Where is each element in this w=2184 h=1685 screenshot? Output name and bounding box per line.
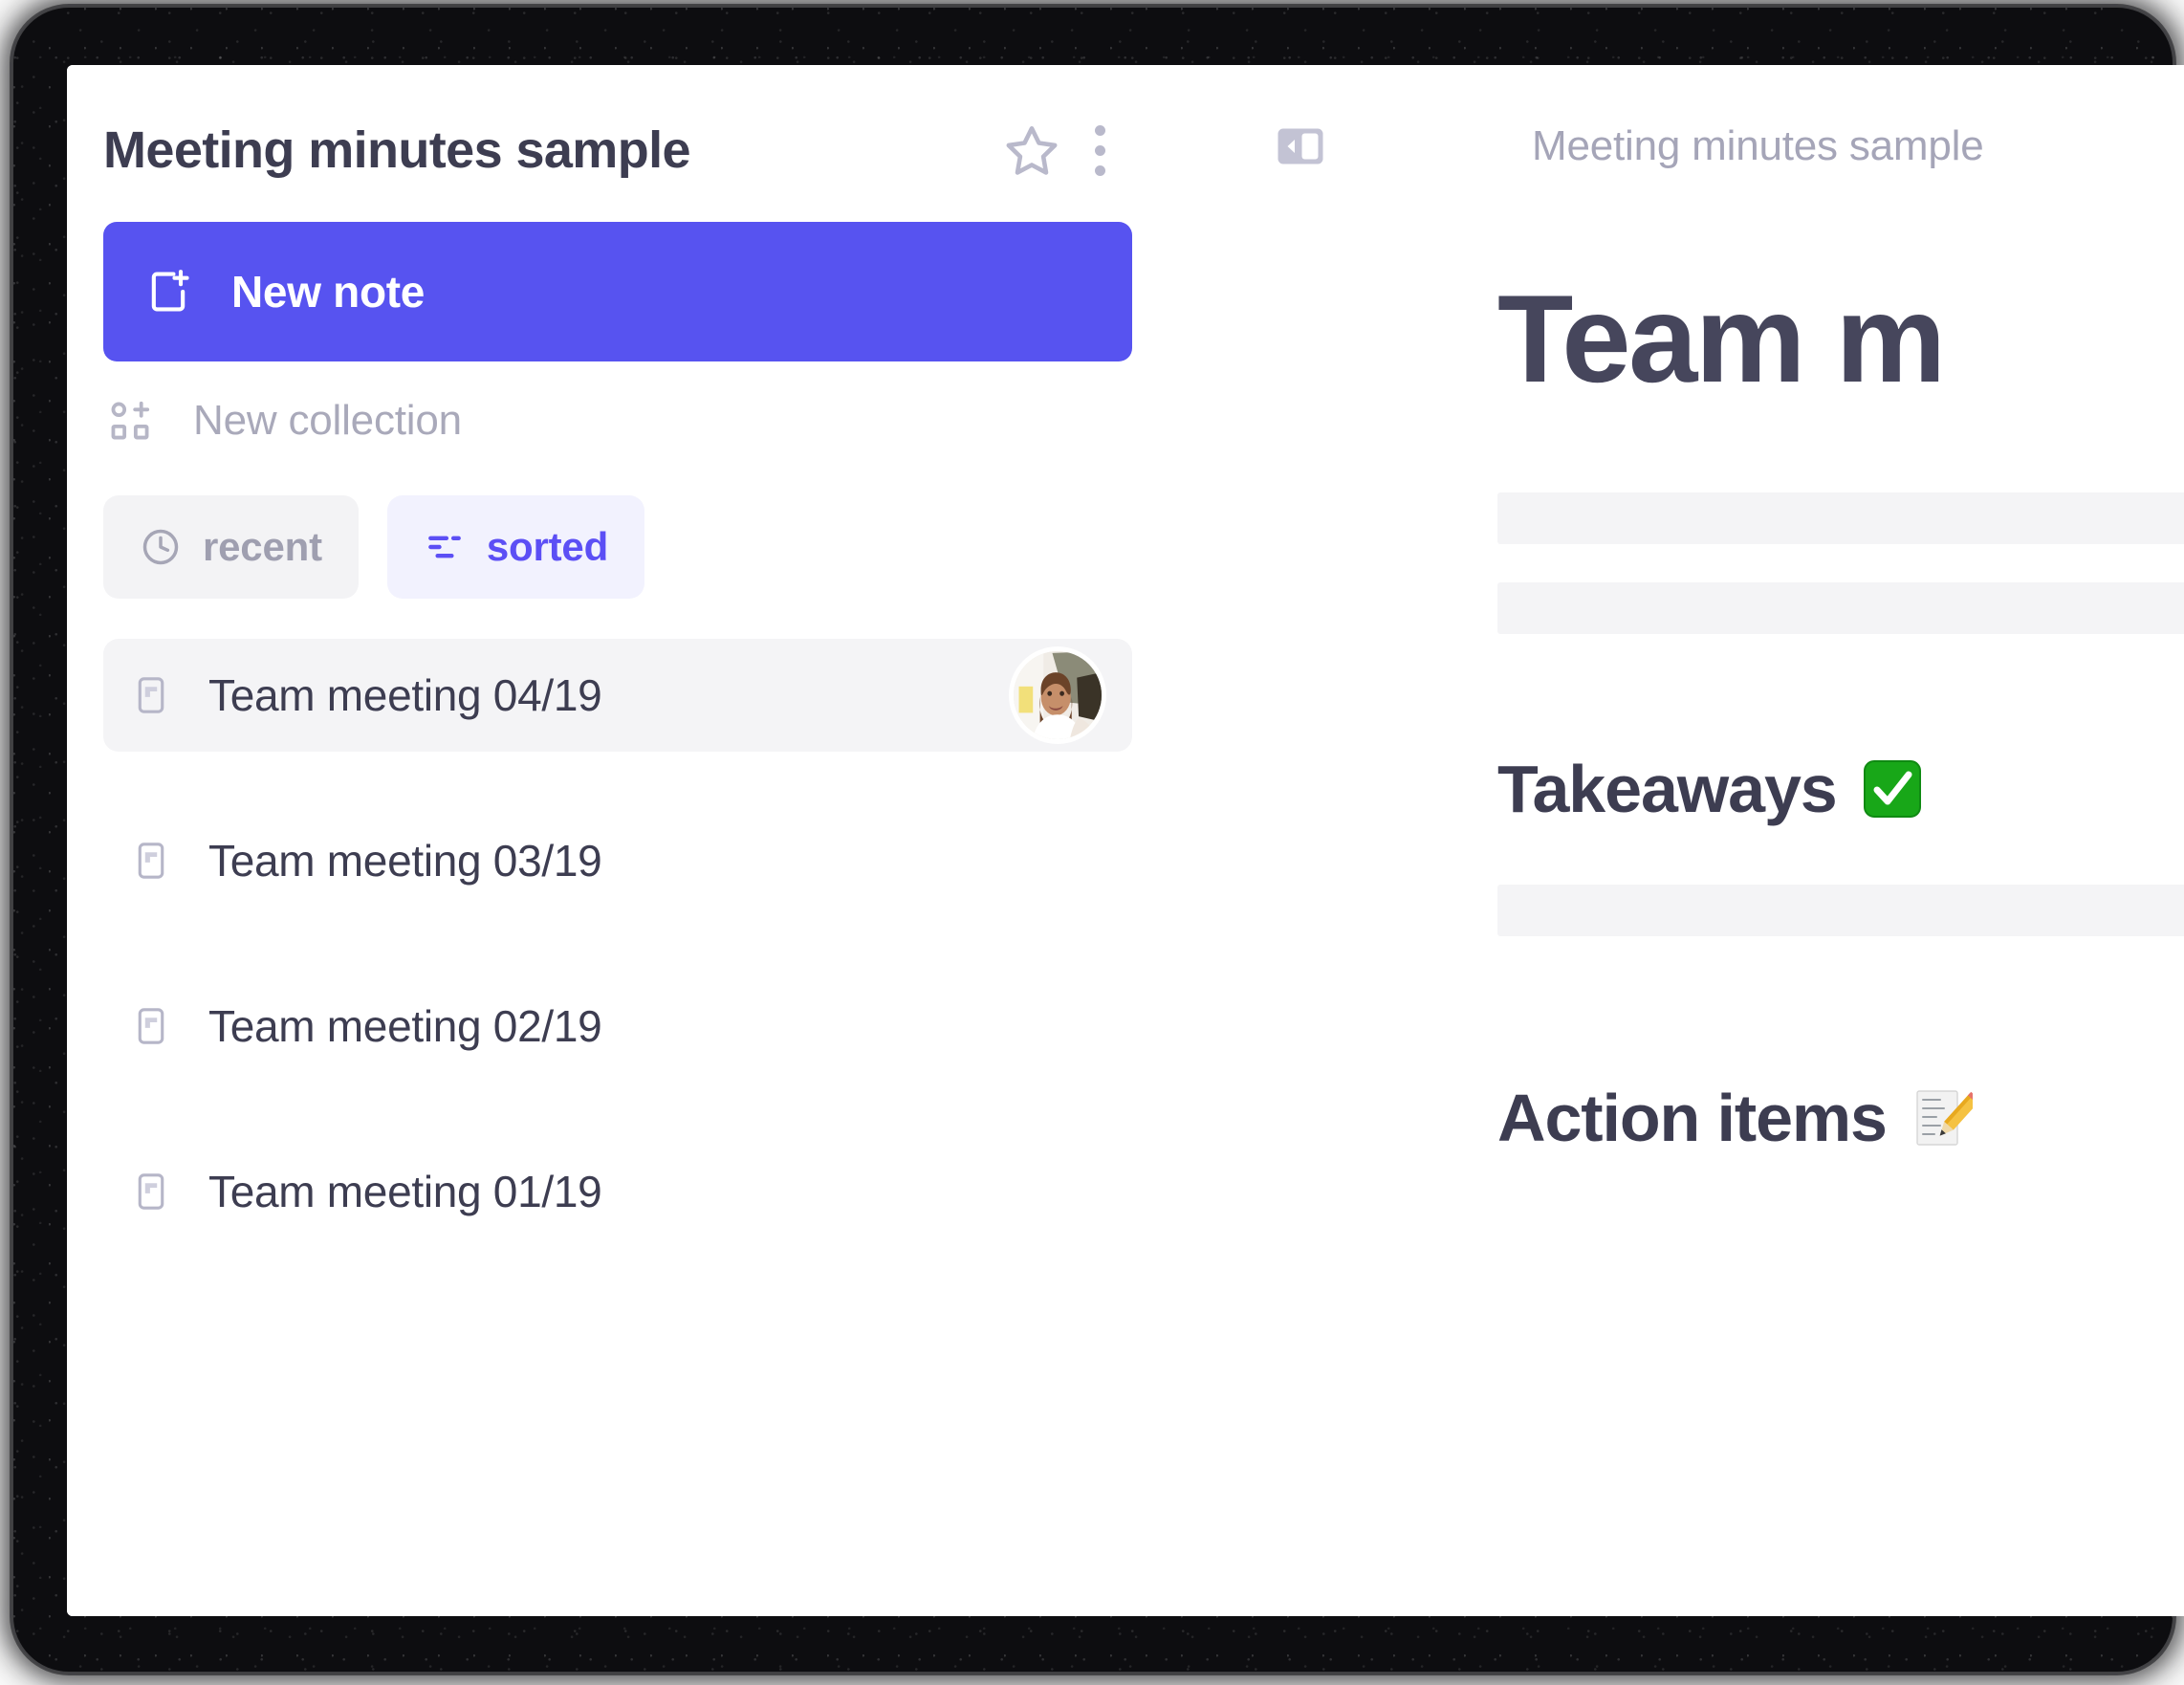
note-list-item-label: Team meeting 04/19 — [208, 670, 602, 720]
collection-plus-icon — [111, 401, 150, 440]
filter-chip-sorted[interactable]: sorted — [386, 495, 645, 599]
filter-chips: recent sorted — [67, 446, 1168, 599]
star-icon — [1006, 125, 1058, 175]
note-list-item-3[interactable]: Team meeting 01/19 — [103, 1135, 1132, 1248]
sort-icon — [428, 536, 461, 558]
note-icon — [138, 1008, 164, 1044]
new-collection-button[interactable]: New collection — [67, 361, 498, 446]
screenshot-frame: Meeting minutes sample New note New coll… — [0, 0, 2184, 1685]
content-placeholder — [1497, 581, 2184, 634]
user-photo — [1014, 651, 1102, 739]
check-mark-button-icon — [1863, 759, 1921, 818]
note-list-item-2[interactable]: Team meeting 02/19 — [103, 970, 1132, 1083]
document-body: Team m Takeaways Action items — [1168, 161, 2184, 1156]
note-list-item-1[interactable]: Team meeting 03/19 — [103, 804, 1132, 917]
collapse-sidebar-icon[interactable] — [1272, 118, 1329, 175]
sidebar-header: Meeting minutes sample — [67, 65, 1168, 180]
document-topbar: Meeting minutes sample — [1168, 65, 2184, 169]
clock-icon — [142, 529, 179, 565]
note-plus-icon — [151, 270, 189, 312]
new-note-label: New note — [231, 267, 426, 317]
sidebar: Meeting minutes sample New note New coll… — [67, 65, 1171, 1616]
note-list-item-label: Team meeting 01/19 — [208, 1167, 602, 1216]
favorite-button[interactable] — [1004, 122, 1059, 178]
new-collection-label: New collection — [193, 397, 462, 444]
page-title: Meeting minutes sample — [103, 121, 691, 179]
content-placeholder — [1497, 884, 2184, 936]
note-list: Team meeting 04/19 Team meeting 03/19 Te… — [67, 599, 1168, 1248]
memo-icon — [1916, 1089, 1973, 1146]
section-heading-text: Action items — [1497, 1080, 1888, 1155]
breadcrumb: Meeting minutes sample — [1532, 122, 1984, 169]
new-note-button[interactable]: New note — [103, 222, 1132, 361]
app-window: Meeting minutes sample New note New coll… — [67, 65, 2184, 1616]
more-vertical-icon — [1090, 122, 1109, 178]
section-heading-takeaways: Takeaways — [1497, 751, 2184, 827]
note-list-item-0[interactable]: Team meeting 04/19 — [103, 639, 1132, 752]
section-heading-action-items: Action items — [1497, 1080, 2184, 1156]
more-options-button[interactable] — [1090, 122, 1109, 178]
filter-chip-sorted-label: sorted — [486, 524, 609, 569]
sidebar-header-actions — [1004, 122, 1119, 178]
note-list-item-label: Team meeting 03/19 — [208, 836, 602, 886]
new-note-container: New note — [67, 180, 1168, 361]
document-panel: Meeting minutes sample Team m Takeaways — [1168, 65, 2184, 1616]
document-title: Team m — [1497, 269, 1946, 408]
avatar — [1014, 651, 1102, 739]
content-placeholder — [1497, 492, 2184, 544]
note-list-item-label: Team meeting 02/19 — [208, 1001, 602, 1051]
filter-chip-recent[interactable]: recent — [103, 495, 359, 599]
filter-chip-recent-label: recent — [203, 524, 322, 569]
section-heading-text: Takeaways — [1497, 751, 1838, 826]
note-icon — [138, 677, 164, 713]
note-icon — [138, 842, 164, 879]
note-icon — [138, 1173, 164, 1210]
